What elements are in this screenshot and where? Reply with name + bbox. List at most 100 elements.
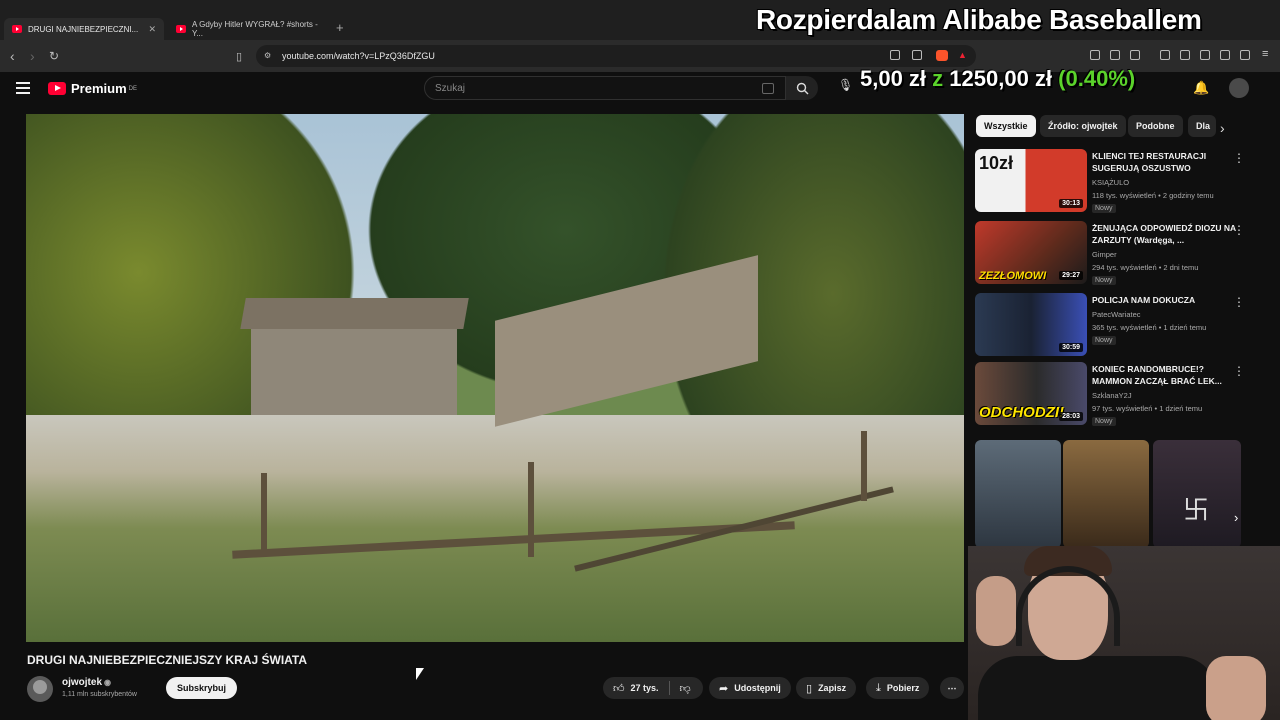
search-button[interactable] [786,76,818,100]
recommendation-title[interactable]: KONIEC RANDOMBRUCE!? MAMMON ZACZĄŁ BRAĆ … [1092,363,1240,387]
channel-avatar[interactable] [27,676,53,702]
duration-badge: 30:59 [1059,343,1083,352]
thumbnail-text: 10zł [979,153,1014,173]
donation-percent: (0.40%) [1058,66,1136,91]
notifications-bell-icon[interactable]: 🔔 [1193,80,1209,96]
donation-current: 5,00 zł [860,66,927,91]
guide-menu-icon[interactable] [16,82,30,97]
chip-for-you[interactable]: Dla [1188,115,1216,137]
tab-inactive[interactable]: A Gdyby Hitler WYGRAŁ? #shorts - Y... [168,18,328,40]
recommendation-meta: 97 tys. wyświetleń • 1 dzień temu [1092,404,1203,413]
more-actions-button[interactable]: ⋯ [940,677,964,699]
recommendation-title[interactable]: ŻENUJĄCA ODPOWIEDŹ DIOZU NA ZARZUTY (War… [1092,222,1240,246]
short-thumbnail[interactable] [1063,440,1149,548]
chevron-right-icon[interactable]: › [1220,120,1225,136]
reload-icon[interactable]: ↻ [49,49,59,63]
subscribe-button[interactable]: Subskrybuj [166,677,238,699]
recommendation-title[interactable]: POLICJA NAM DOKUCZA [1092,294,1240,306]
tab-active[interactable]: DRUGI NAJNIEBEZPIECZNI... ✕ [4,18,164,40]
wallet-icon[interactable] [1200,50,1210,60]
extension-icon[interactable] [1110,50,1120,60]
keyboard-icon[interactable] [762,83,774,94]
recommendation-item[interactable]: ZEZŁOMOWI 29:27 ŻENUJĄCA ODPOWIEDŹ DIOZU… [975,221,1275,289]
recommendation-channel[interactable]: SzklanaY2J [1092,391,1132,400]
menu-icon[interactable]: ≡ [1262,48,1268,60]
microphone-icon[interactable]: 🎙 [838,78,853,92]
recommendation-title[interactable]: KLIENCI TEJ RESTAURACJI SUGERUJĄ OSZUSTW… [1092,150,1240,174]
address-bar[interactable]: youtube.com/watch?v=LPzQ36DfZGU [256,45,976,67]
duration-badge: 29:27 [1059,271,1083,280]
share-button[interactable]: ➦ Udostępnij [709,677,791,699]
rewards-icon[interactable]: ▲ [958,50,967,60]
bookmark-icon[interactable]: ▯ [236,50,242,63]
subscriber-count: 1,11 mln subskrybentów [62,691,137,698]
chip-source-channel[interactable]: Źródło: ojwojtek [1040,115,1126,137]
more-vertical-icon[interactable]: ⋮ [1233,223,1245,237]
back-arrow-icon[interactable]: ‹ [10,48,15,64]
video-thumbnail[interactable]: ODCHODZI! 28:03 [975,362,1087,425]
site-info-icon[interactable]: ⚙ [264,51,271,60]
tab-title: A Gdyby Hitler WYGRAŁ? #shorts - Y... [192,20,318,38]
channel-name[interactable]: ojwojtek ◉ [62,677,111,688]
video-thumbnail[interactable]: ZEZŁOMOWI 29:27 [975,221,1087,284]
extension-icon[interactable] [1160,50,1170,60]
webcam-hand [976,576,1016,646]
like-divider [668,681,670,695]
chip-all[interactable]: Wszystkie [976,115,1036,137]
recommendation-item[interactable]: 30:59 POLICJA NAM DOKUCZA PatecWariatec … [975,293,1275,361]
webcam-body [978,656,1218,720]
recommendation-item[interactable]: 10zł 30:13 KLIENCI TEJ RESTAURACJI SUGER… [975,149,1275,217]
forward-arrow-icon[interactable]: › [30,48,35,64]
chip-similar[interactable]: Podobne [1128,115,1183,137]
logo-text: Premium [71,81,127,96]
channel-name-text: ojwojtek [62,677,103,688]
video-frame-post [527,462,534,558]
thumbnail-text: ZEZŁOMOWI [979,270,1047,282]
video-player[interactable] [26,114,964,642]
sidebar-icon[interactable] [1180,50,1190,60]
thumbs-up-icon[interactable]: 👍︎ [613,682,625,695]
cast-icon[interactable] [890,50,900,60]
extension-icon[interactable] [1220,50,1230,60]
save-button[interactable]: ▯ Zapisz [796,677,857,699]
extension-icon[interactable] [1090,50,1100,60]
extension-icon[interactable] [1130,50,1140,60]
save-label: Zapisz [818,683,847,693]
recommendation-item[interactable]: ODCHODZI! 28:03 KONIEC RANDOMBRUCE!? MAM… [975,362,1275,430]
more-vertical-icon[interactable]: ⋮ [1233,151,1245,165]
recommendation-meta: 294 tys. wyświetleń • 2 dni temu [1092,263,1199,272]
close-tab-icon[interactable]: ✕ [148,24,156,35]
donation-goal: 5,00 zł z 1250,00 zł (0.40%) [860,66,1135,92]
account-avatar[interactable] [1229,78,1249,98]
bookmark-save-icon: ▯ [806,682,813,695]
mouse-cursor-icon [416,668,424,680]
vpn-icon[interactable] [1240,50,1250,60]
thumbnail-text: ODCHODZI! [979,404,1064,421]
share-page-icon[interactable] [912,50,922,60]
video-thumbnail[interactable]: 30:59 [975,293,1087,356]
youtube-logo[interactable]: Premium DE [48,81,137,96]
webcam-hand [1206,656,1266,720]
more-horizontal-icon: ⋯ [947,682,957,693]
download-icon: ⤓ [876,681,881,694]
brave-shield-icon[interactable] [936,50,948,61]
recommendation-channel[interactable]: PatecWariatec [1092,310,1141,319]
more-vertical-icon[interactable]: ⋮ [1233,295,1245,309]
like-count[interactable]: 27 tys. [631,683,659,693]
short-thumbnail[interactable]: 卐 [1153,440,1241,548]
search-input[interactable]: Szukaj [424,76,786,100]
chevron-right-icon[interactable]: › [1234,510,1238,525]
recommendation-channel[interactable]: Gimper [1092,250,1117,259]
recommendation-channel[interactable]: KSIĄŻULO [1092,178,1129,187]
download-button[interactable]: ⤓ Pobierz [866,677,930,699]
more-vertical-icon[interactable]: ⋮ [1233,364,1245,378]
video-frame-ground [26,414,964,642]
video-thumbnail[interactable]: 10zł 30:13 [975,149,1087,212]
thumbs-down-icon[interactable]: 👎︎ [680,682,691,695]
url-text: youtube.com/watch?v=LPzQ36DfZGU [282,51,435,61]
donation-separator: z [932,66,944,91]
short-thumbnail[interactable] [975,440,1061,548]
like-dislike-group: 👍︎ 27 tys. 👎︎ [603,677,703,699]
new-tab-button[interactable]: + [336,20,344,35]
verified-icon: ◉ [104,678,111,687]
